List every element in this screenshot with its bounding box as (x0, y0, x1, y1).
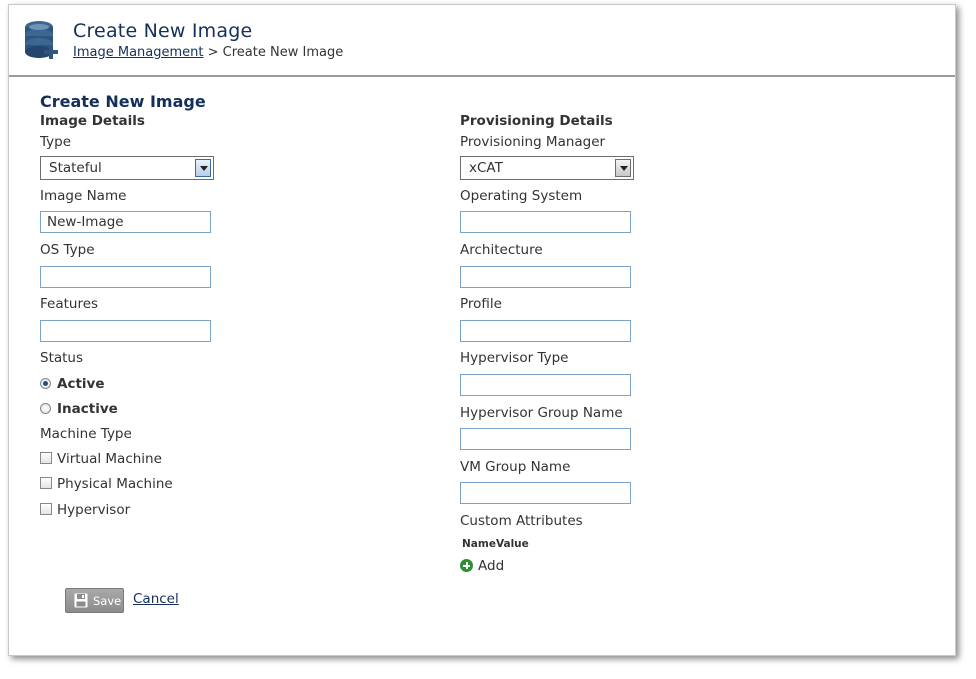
radio-selected-icon[interactable] (40, 378, 51, 389)
features-input[interactable] (40, 320, 211, 342)
custom-attributes-label: Custom Attributes (460, 513, 583, 529)
breadcrumb-separator: > (207, 45, 219, 60)
image-name-label: Image Name (40, 188, 127, 204)
virtual-machine-label: Virtual Machine (57, 451, 162, 467)
form-title: Create New Image (40, 92, 206, 111)
database-add-icon (25, 21, 58, 59)
status-inactive-label: Inactive (57, 401, 118, 417)
type-label: Type (40, 134, 72, 150)
vm-group-name-label: VM Group Name (460, 459, 571, 475)
architecture-input[interactable] (460, 266, 631, 288)
plus-circle-icon[interactable] (460, 559, 473, 572)
type-select-value: Stateful (49, 160, 102, 176)
checkbox-icon[interactable] (40, 503, 52, 515)
provisioning-manager-label: Provisioning Manager (460, 134, 606, 150)
cancel-link[interactable]: Cancel (133, 591, 179, 607)
hypervisor-type-input[interactable] (460, 374, 631, 396)
breadcrumb-current: Create New Image (222, 45, 344, 60)
checkbox-icon[interactable] (40, 452, 52, 464)
vm-group-name-input[interactable] (460, 482, 631, 504)
status-active-label: Active (57, 376, 105, 392)
provisioning-manager-value: xCAT (469, 160, 503, 176)
machine-type-label: Machine Type (40, 426, 132, 442)
page-title: Create New Image (73, 20, 253, 42)
breadcrumb-image-management-link[interactable]: Image Management (73, 45, 203, 60)
radio-unselected-icon[interactable] (40, 403, 51, 414)
hypervisor-group-name-input[interactable] (460, 428, 631, 450)
save-button[interactable]: Save (65, 588, 124, 613)
custom-attributes-header: NameValue (462, 538, 529, 550)
features-label: Features (40, 296, 99, 312)
image-details-heading: Image Details (40, 113, 145, 129)
profile-input[interactable] (460, 320, 631, 342)
checkbox-icon[interactable] (40, 477, 52, 489)
profile-label: Profile (460, 296, 502, 312)
os-type-label: OS Type (40, 242, 95, 258)
chevron-down-icon[interactable] (195, 159, 211, 177)
os-type-input[interactable] (40, 266, 211, 288)
physical-machine-label: Physical Machine (57, 476, 173, 492)
save-button-label: Save (93, 594, 122, 608)
attr-column-value: Value (495, 538, 529, 550)
type-select[interactable]: Stateful (40, 156, 214, 180)
page-header: Create New Image Image Management > Crea… (9, 5, 955, 77)
provisioning-manager-select[interactable]: xCAT (460, 156, 634, 180)
provisioning-details-heading: Provisioning Details (460, 113, 613, 129)
status-label: Status (40, 350, 84, 366)
main-window: Create New Image Image Management > Crea… (8, 4, 956, 656)
floppy-disk-icon (74, 593, 88, 608)
add-attribute-label: Add (478, 558, 505, 574)
architecture-label: Architecture (460, 242, 543, 258)
hypervisor-type-label: Hypervisor Type (460, 350, 569, 366)
attr-column-name: Name (462, 538, 496, 550)
operating-system-input[interactable] (460, 211, 631, 233)
hypervisor-group-name-label: Hypervisor Group Name (460, 405, 623, 421)
hypervisor-label: Hypervisor (57, 502, 131, 518)
chevron-down-icon[interactable] (615, 159, 631, 177)
breadcrumb: Image Management > Create New Image (73, 45, 343, 60)
operating-system-label: Operating System (460, 188, 583, 204)
image-name-input[interactable] (40, 211, 211, 233)
